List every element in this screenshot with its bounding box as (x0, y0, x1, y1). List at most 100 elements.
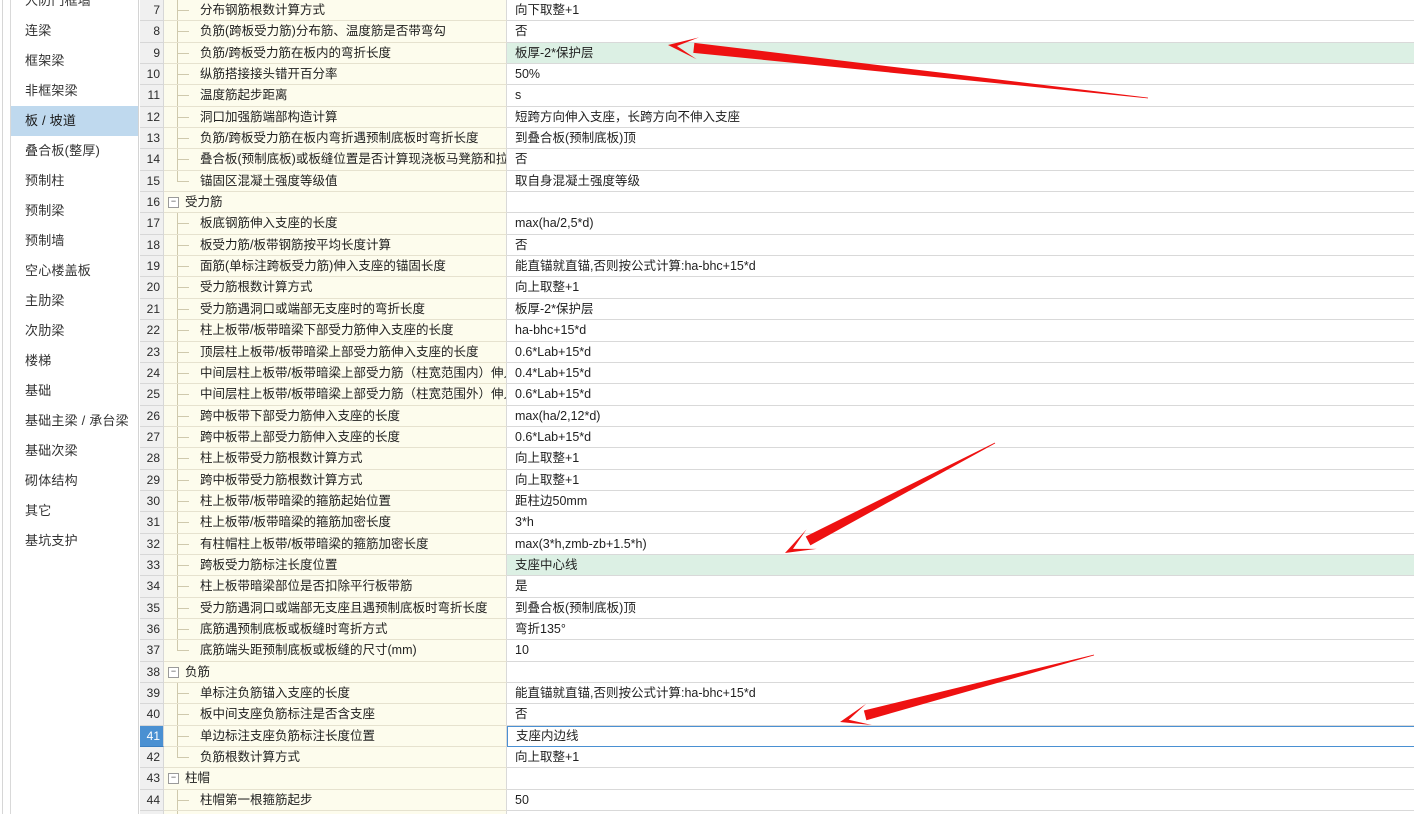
table-row[interactable]: 17 板底钢筋伸入支座的长度 max(ha/2,5*d) (140, 213, 1414, 235)
sidebar-item-18[interactable]: 基坑支护 (11, 526, 138, 556)
table-row[interactable]: 41 单边标注支座负筋标注长度位置 支座内边线 (140, 725, 1414, 748)
sidebar-item-11[interactable]: 次肋梁 (11, 316, 138, 346)
row-number-cell[interactable]: 22 (140, 320, 164, 342)
parameter-value-cell[interactable]: 到叠合板(预制底板)顶 (507, 597, 1414, 619)
table-row[interactable]: 15 锚固区混凝土强度等级值 取自身混凝土强度等级 (140, 170, 1414, 193)
parameter-name-cell[interactable]: 单标注负筋锚入支座的长度 (164, 683, 507, 705)
parameter-name-cell[interactable]: 柱上板带受力筋根数计算方式 (164, 448, 507, 470)
parameter-value-cell[interactable]: 向上取整+1 (507, 448, 1414, 470)
row-number-cell[interactable]: 25 (140, 384, 164, 406)
row-number-cell[interactable]: 14 (140, 149, 164, 171)
table-row[interactable]: 14 叠合板(预制底板)或板缝位置是否计算现浇板马凳筋和拉筋否 (140, 149, 1414, 171)
sidebar-item-6[interactable]: 预制柱 (11, 166, 138, 196)
row-number-cell[interactable]: 18 (140, 234, 164, 257)
parameter-name-cell[interactable]: 柱上板带暗梁部位是否扣除平行板带筋 (164, 576, 507, 598)
row-number-cell[interactable]: 16 (140, 192, 164, 214)
row-number-cell[interactable]: 7 (140, 0, 164, 22)
table-row[interactable]: 37 底筋端头距预制底板或板缝的尺寸(mm) 10 (140, 640, 1414, 662)
parameter-name-cell[interactable]: 受力筋遇洞口或端部无支座时的弯折长度 (164, 298, 507, 321)
parameter-value-cell[interactable]: 0.4*Lab+15*d (507, 362, 1414, 385)
parameter-value-cell[interactable]: 能直锚就直锚,否则按公式计算:ha-bhc+15*d (507, 256, 1414, 278)
parameter-value-cell[interactable]: 取自身混凝土强度等级 (507, 170, 1414, 193)
row-number-cell[interactable]: 10 (140, 64, 164, 86)
parameter-value-cell[interactable]: 能直锚就直锚,否则按公式计算:ha-bhc+15*d (507, 683, 1414, 705)
table-row[interactable]: 26 跨中板带下部受力筋伸入支座的长度 max(ha/2,12*d) (140, 405, 1414, 427)
row-number-cell[interactable]: 42 (140, 747, 164, 769)
row-number-cell[interactable]: 12 (140, 106, 164, 129)
row-number-cell[interactable]: 33 (140, 554, 164, 577)
table-row[interactable]: 10 纵筋搭接接头错开百分率 50% (140, 64, 1414, 86)
parameter-value-cell[interactable]: 向上取整+1 (507, 277, 1414, 299)
parameter-name-cell[interactable]: 温度筋起步距离 (164, 85, 507, 107)
parameter-value-cell[interactable]: max(ha/2,5*d) (507, 213, 1414, 235)
parameter-name-cell[interactable]: 跨中板带上部受力筋伸入支座的长度 (164, 426, 507, 449)
row-number-cell[interactable]: 28 (140, 448, 164, 470)
table-row[interactable]: 20 受力筋根数计算方式 向上取整+1 (140, 277, 1414, 299)
table-row[interactable]: 21 受力筋遇洞口或端部无支座时的弯折长度 板厚-2*保护层 (140, 298, 1414, 321)
table-row[interactable]: 8 负筋(跨板受力筋)分布筋、温度筋是否带弯勾 否 (140, 21, 1414, 43)
parameter-value-cell[interactable]: 0.6*Lab+15*d (507, 384, 1414, 406)
table-row[interactable]: 43− 柱帽 (140, 768, 1414, 790)
table-row[interactable]: 38− 负筋 (140, 661, 1414, 683)
parameter-name-cell[interactable]: 跨中板带下部受力筋伸入支座的长度 (164, 405, 507, 427)
parameter-value-cell[interactable]: 短跨方向伸入支座，长跨方向不伸入支座 (507, 106, 1414, 129)
parameter-name-cell[interactable]: 有柱帽柱上板带/板带暗梁的箍筋加密长度 (164, 533, 507, 555)
parameter-name-cell[interactable]: 锚固区混凝土强度等级值 (164, 170, 507, 193)
parameter-name-cell[interactable]: 负筋根数计算方式 (164, 747, 507, 769)
table-row[interactable]: 16− 受力筋 (140, 192, 1414, 214)
sidebar-item-2[interactable]: 框架梁 (11, 46, 138, 76)
row-number-cell[interactable]: 21 (140, 298, 164, 321)
parameter-name-cell[interactable]: 底筋端头距预制底板或板缝的尺寸(mm) (164, 640, 507, 662)
sidebar-item-7[interactable]: 预制梁 (11, 196, 138, 226)
parameter-name-cell[interactable]: 柱上板带/板带暗梁下部受力筋伸入支座的长度 (164, 320, 507, 342)
sidebar-item-4[interactable]: 板 / 坡道 (11, 106, 138, 136)
parameter-value-cell[interactable]: 板厚-2*保护层 (507, 42, 1414, 65)
parameter-value-cell[interactable]: 3*h (507, 512, 1414, 534)
parameter-value-cell[interactable]: 支座中心线 (507, 554, 1414, 577)
table-row[interactable]: 36 底筋遇预制底板或板缝时弯折方式 弯折135° (140, 618, 1414, 641)
parameter-value-cell[interactable]: 否 (507, 234, 1414, 257)
row-number-cell[interactable]: 44 (140, 789, 164, 812)
parameter-name-cell[interactable]: 顶层柱上板带/板带暗梁上部受力筋伸入支座的长度 (164, 341, 507, 363)
row-number-cell[interactable]: 37 (140, 640, 164, 662)
parameter-value-cell[interactable]: 向上取整+1 (507, 469, 1414, 491)
collapse-minus-icon[interactable]: − (168, 773, 179, 785)
sidebar-item-10[interactable]: 主肋梁 (11, 286, 138, 316)
parameter-value-cell[interactable]: max(3*h,zmb-zb+1.5*h) (507, 533, 1414, 555)
parameter-name-cell[interactable]: 面筋(单标注跨板受力筋)伸入支座的锚固长度 (164, 256, 507, 278)
parameter-value-cell[interactable]: 0.6*Lab+15*d (507, 426, 1414, 449)
row-number-cell[interactable]: 24 (140, 362, 164, 385)
row-number-cell[interactable]: 9 (140, 42, 164, 65)
table-row[interactable]: 40 板中间支座负筋标注是否含支座 否 (140, 704, 1414, 726)
row-number-cell[interactable]: 17 (140, 213, 164, 235)
parameter-name-cell[interactable]: 分布钢筋根数计算方式 (164, 0, 507, 22)
parameter-name-cell[interactable]: 板底钢筋伸入支座的长度 (164, 213, 507, 235)
parameter-name-cell[interactable]: 受力筋根数计算方式 (164, 277, 507, 299)
row-number-cell[interactable]: 13 (140, 128, 164, 150)
sidebar-item-8[interactable]: 预制墙 (11, 226, 138, 256)
parameter-value-cell[interactable]: s (507, 85, 1414, 107)
parameter-name-cell[interactable]: 受力筋遇洞口或端部无支座且遇预制底板时弯折长度 (164, 597, 507, 619)
parameter-name-cell[interactable]: 跨板受力筋标注长度位置 (164, 554, 507, 577)
table-row[interactable]: 31 柱上板带/板带暗梁的箍筋加密长度 3*h (140, 512, 1414, 534)
table-row[interactable]: 11 温度筋起步距离 s (140, 85, 1414, 107)
parameter-value-cell[interactable]: ha-bhc+15*d (507, 320, 1414, 342)
parameter-name-cell[interactable]: 叠合板(预制底板)或板缝位置是否计算现浇板马凳筋和拉筋 (164, 149, 507, 171)
parameter-name-cell[interactable]: 负筋/跨板受力筋在板内的弯折长度 (164, 42, 507, 65)
parameter-name-cell[interactable]: − 柱帽 (164, 768, 507, 790)
collapse-minus-icon[interactable]: − (168, 197, 179, 209)
parameter-name-cell[interactable]: 柱上板带/板带暗梁的箍筋起始位置 (164, 490, 507, 513)
table-row[interactable]: 34 柱上板带暗梁部位是否扣除平行板带筋 是 (140, 576, 1414, 598)
table-row[interactable]: 39 单标注负筋锚入支座的长度 能直锚就直锚,否则按公式计算:ha-bhc+15*d (140, 683, 1414, 705)
row-number-cell[interactable]: 39 (140, 683, 164, 705)
settings-grid[interactable]: 7 分布钢筋根数计算方式 向下取整+1 8 负筋(跨板受力筋)分布筋、温度筋是否带弯勾否… (140, 0, 1414, 814)
sidebar-item-17[interactable]: 其它 (11, 496, 138, 526)
parameter-name-cell[interactable]: 洞口加强筋端部构造计算 (164, 106, 507, 129)
sidebar-item-0[interactable]: 人防门框墙 (11, 0, 138, 16)
parameter-value-cell[interactable]: 板厚-2*保护层 (507, 298, 1414, 321)
parameter-name-cell[interactable]: 中间层柱上板带/板带暗梁上部受力筋（柱宽范围外）伸入... (164, 384, 507, 406)
parameter-value-cell[interactable]: 弯折135° (507, 618, 1414, 641)
parameter-value-cell[interactable]: 到叠合板(预制底板)顶 (507, 128, 1414, 150)
collapse-minus-icon[interactable]: − (168, 666, 179, 678)
row-number-cell[interactable]: 8 (140, 21, 164, 43)
